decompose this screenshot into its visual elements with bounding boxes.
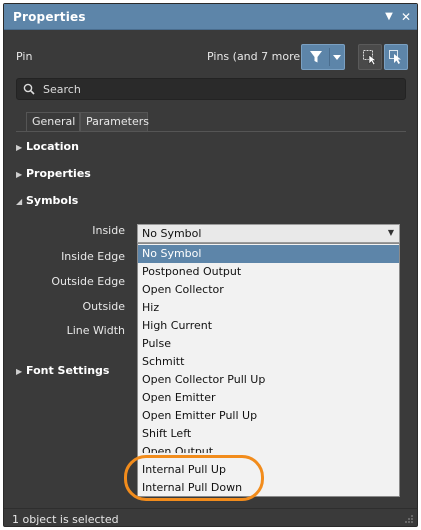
selection-header: Pin Pins (and 7 more) xyxy=(4,30,417,72)
dropdown-option[interactable]: Pulse xyxy=(138,335,399,353)
dropdown-option[interactable]: High Current xyxy=(138,317,399,335)
section-properties[interactable]: ▶ Properties xyxy=(16,167,91,180)
dropdown-option[interactable]: Postponed Output xyxy=(138,263,399,281)
panel-title: Properties xyxy=(13,10,86,24)
inside-edge-label: Inside Edge xyxy=(61,250,125,263)
section-font-settings[interactable]: ▶ Font Settings xyxy=(16,364,109,377)
select-mode-button[interactable] xyxy=(358,44,382,70)
section-location[interactable]: ▶ Location xyxy=(16,140,79,153)
dropdown-option[interactable]: Open Collector xyxy=(138,281,399,299)
section-symbols[interactable]: ◢ Symbols xyxy=(16,194,78,207)
dropdown-option[interactable]: No Symbol xyxy=(138,245,399,263)
dropdown-option[interactable]: Hiz xyxy=(138,299,399,317)
expand-arrow-icon: ▶ xyxy=(16,367,23,376)
cursor-icon xyxy=(389,50,401,64)
dropdown-option[interactable]: Open Collector Pull Up xyxy=(138,371,399,389)
selection-rect-icon xyxy=(363,50,377,65)
section-location-label: Location xyxy=(26,140,79,153)
properties-panel: Properties ▼ ✕ Pin Pins (and 7 more) Sea… xyxy=(3,3,418,527)
collapse-arrow-icon: ◢ xyxy=(16,197,23,206)
inside-label: Inside xyxy=(92,224,125,237)
funnel-icon xyxy=(310,51,322,63)
inside-symbol-select[interactable]: No Symbol ▼ xyxy=(137,224,400,243)
section-font-settings-label: Font Settings xyxy=(26,364,110,377)
close-icon[interactable]: ✕ xyxy=(399,10,413,24)
dropdown-option[interactable]: Open Emitter Pull Up xyxy=(138,407,399,425)
section-symbols-label: Symbols xyxy=(26,194,79,207)
panel-titlebar[interactable]: Properties ▼ ✕ xyxy=(4,4,417,30)
section-properties-label: Properties xyxy=(26,167,91,180)
filter-button-divider xyxy=(329,48,330,66)
filter-summary-label: Pins (and 7 more) xyxy=(207,50,305,63)
tab-divider xyxy=(16,131,406,132)
chevron-down-icon[interactable] xyxy=(333,55,341,61)
tab-general[interactable]: General xyxy=(26,112,80,132)
dropdown-option[interactable]: Shift Left xyxy=(138,425,399,443)
outside-edge-label: Outside Edge xyxy=(51,275,125,288)
expand-arrow-icon: ▶ xyxy=(16,170,23,179)
status-text: 1 object is selected xyxy=(12,513,119,526)
dropdown-option[interactable]: Open Emitter xyxy=(138,389,399,407)
inside-symbol-value: No Symbol xyxy=(142,227,202,240)
dropdown-option[interactable]: Schmitt xyxy=(138,353,399,371)
dropdown-arrow-icon[interactable]: ▼ xyxy=(382,10,396,24)
tab-parameters-label: Parameters xyxy=(86,115,149,128)
chevron-down-icon: ▼ xyxy=(387,228,394,237)
tab-parameters[interactable]: Parameters xyxy=(80,112,149,132)
line-width-label: Line Width xyxy=(66,324,125,337)
dropdown-option[interactable]: Open Output xyxy=(138,443,399,453)
filter-button[interactable] xyxy=(301,44,345,70)
status-bar: 1 object is selected xyxy=(4,508,417,526)
resize-grip-icon[interactable] xyxy=(404,514,414,524)
tab-general-label: General xyxy=(32,115,76,128)
object-type-label: Pin xyxy=(16,50,33,63)
search-placeholder: Search xyxy=(43,83,81,96)
search-input[interactable]: Search xyxy=(16,78,406,100)
highlight-annotation xyxy=(124,455,264,501)
search-icon xyxy=(23,83,35,95)
outside-label: Outside xyxy=(82,300,125,313)
pointer-mode-button[interactable] xyxy=(384,44,408,70)
expand-arrow-icon: ▶ xyxy=(16,143,23,152)
